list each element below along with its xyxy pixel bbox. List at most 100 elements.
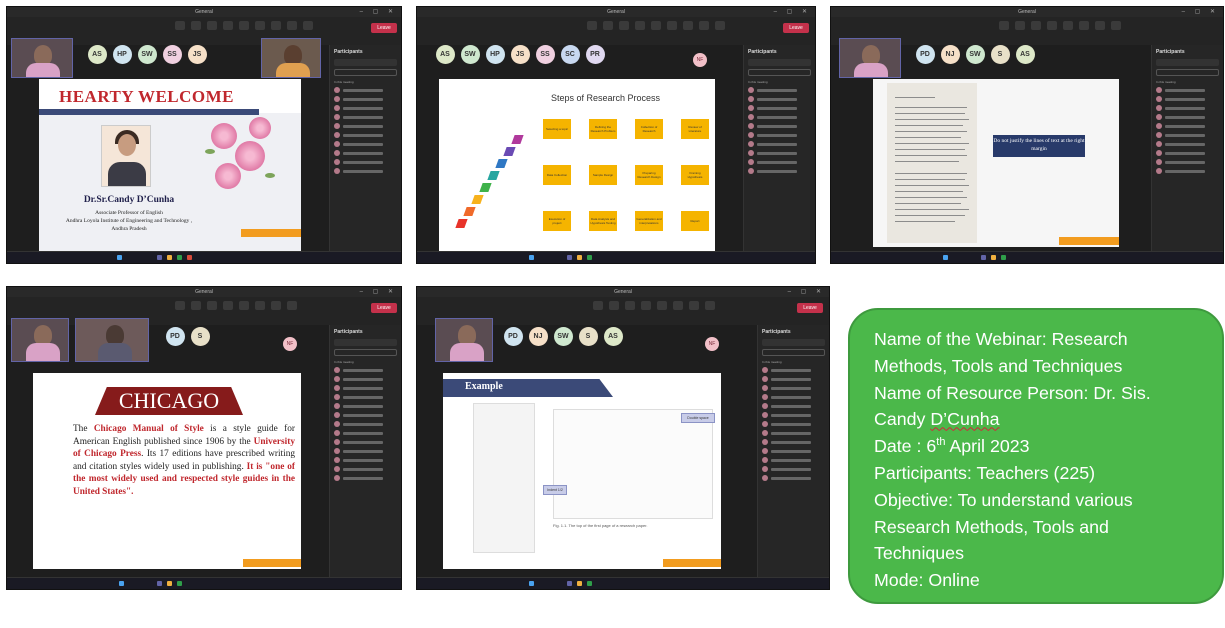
participant-row[interactable] — [762, 457, 825, 463]
participant-row[interactable] — [762, 421, 825, 427]
raise-hand-button[interactable] — [207, 21, 217, 30]
folder-icon[interactable] — [577, 581, 582, 586]
avatar[interactable]: SC — [560, 45, 580, 64]
participant-row[interactable] — [334, 150, 397, 156]
folder-icon[interactable] — [577, 255, 582, 260]
avatar[interactable]: JS — [187, 45, 207, 64]
window-controls[interactable]: – ▢ ✕ — [1182, 8, 1219, 15]
raise-hand-button[interactable] — [625, 301, 635, 310]
participant-row[interactable] — [334, 448, 397, 454]
people-button[interactable] — [609, 301, 619, 310]
raise-hand-button[interactable] — [619, 21, 629, 30]
share-invite-button[interactable] — [748, 69, 811, 76]
participants-search[interactable] — [1156, 59, 1219, 66]
teams-icon[interactable] — [567, 255, 572, 260]
avatar[interactable]: PR — [585, 45, 605, 64]
avatar[interactable]: HP — [112, 45, 132, 64]
more-button[interactable] — [255, 301, 265, 310]
participant-row[interactable] — [762, 466, 825, 472]
participants-search[interactable] — [748, 59, 811, 66]
participant-row[interactable] — [334, 439, 397, 445]
participant-row[interactable] — [748, 114, 811, 120]
participant-row[interactable] — [334, 457, 397, 463]
avatar[interactable]: SS — [535, 45, 555, 64]
participants-search[interactable] — [334, 59, 397, 66]
more-button[interactable] — [1079, 21, 1089, 30]
participant-row[interactable] — [1156, 168, 1219, 174]
avatar[interactable]: S — [190, 327, 210, 346]
participant-row[interactable] — [748, 96, 811, 102]
more-button[interactable] — [673, 301, 683, 310]
react-button[interactable] — [223, 21, 233, 30]
participant-row[interactable] — [762, 448, 825, 454]
chat-button[interactable] — [587, 21, 597, 30]
participant-row[interactable] — [748, 87, 811, 93]
participant-row[interactable] — [762, 394, 825, 400]
participant-row[interactable] — [334, 412, 397, 418]
participant-row[interactable] — [334, 96, 397, 102]
participant-row[interactable] — [1156, 150, 1219, 156]
more-button[interactable] — [255, 21, 265, 30]
participant-row[interactable] — [762, 403, 825, 409]
start-icon[interactable] — [119, 581, 124, 586]
share-invite-button[interactable] — [1156, 69, 1219, 76]
avatar-nf[interactable]: NF — [693, 53, 707, 67]
participant-row[interactable] — [762, 430, 825, 436]
more-button[interactable] — [667, 21, 677, 30]
participant-row[interactable] — [334, 475, 397, 481]
browser-icon[interactable] — [587, 255, 592, 260]
avatar[interactable]: PD — [915, 45, 935, 64]
window-controls[interactable]: – ▢ ✕ — [360, 8, 397, 15]
view-button[interactable] — [1063, 21, 1073, 30]
participant-row[interactable] — [748, 105, 811, 111]
participant-row[interactable] — [1156, 123, 1219, 129]
participant-row[interactable] — [762, 367, 825, 373]
avatar[interactable]: SW — [965, 45, 985, 64]
react-button[interactable] — [635, 21, 645, 30]
avatar[interactable]: S — [578, 327, 598, 346]
participant-row[interactable] — [748, 141, 811, 147]
react-button[interactable] — [1047, 21, 1057, 30]
start-icon[interactable] — [943, 255, 948, 260]
avatar[interactable]: S — [990, 45, 1010, 64]
participant-row[interactable] — [748, 150, 811, 156]
start-icon[interactable] — [529, 255, 534, 260]
participant-row[interactable] — [334, 141, 397, 147]
participant-row[interactable] — [334, 132, 397, 138]
avatar[interactable]: HP — [485, 45, 505, 64]
participant-row[interactable] — [334, 123, 397, 129]
avatar[interactable]: NJ — [940, 45, 960, 64]
participant-row[interactable] — [762, 439, 825, 445]
browser-icon[interactable] — [177, 581, 182, 586]
start-icon[interactable] — [529, 581, 534, 586]
participant-row[interactable] — [334, 466, 397, 472]
view-button[interactable] — [657, 301, 667, 310]
avatar[interactable]: SW — [553, 327, 573, 346]
window-controls[interactable]: – ▢ ✕ — [788, 288, 825, 295]
browser-icon[interactable] — [1001, 255, 1006, 260]
participant-row[interactable] — [762, 385, 825, 391]
mic-button[interactable] — [699, 21, 709, 30]
leave-button[interactable]: Leave — [371, 23, 397, 33]
participant-row[interactable] — [334, 421, 397, 427]
people-button[interactable] — [603, 21, 613, 30]
view-button[interactable] — [239, 21, 249, 30]
participant-row[interactable] — [1156, 132, 1219, 138]
participant-row[interactable] — [334, 376, 397, 382]
participant-row[interactable] — [334, 87, 397, 93]
participant-row[interactable] — [748, 168, 811, 174]
participants-search[interactable] — [762, 339, 825, 346]
participant-row[interactable] — [334, 105, 397, 111]
participant-row[interactable] — [334, 168, 397, 174]
participant-row[interactable] — [334, 430, 397, 436]
chat-button[interactable] — [175, 301, 185, 310]
share-invite-button[interactable] — [334, 349, 397, 356]
teams-icon[interactable] — [157, 255, 162, 260]
teams-icon[interactable] — [981, 255, 986, 260]
camera-button[interactable] — [683, 21, 693, 30]
mic-button[interactable] — [1111, 21, 1121, 30]
mic-button[interactable] — [705, 301, 715, 310]
window-controls[interactable]: – ▢ ✕ — [360, 288, 397, 295]
avatar[interactable]: PD — [165, 327, 185, 346]
window-controls[interactable]: – ▢ ✕ — [774, 8, 811, 15]
